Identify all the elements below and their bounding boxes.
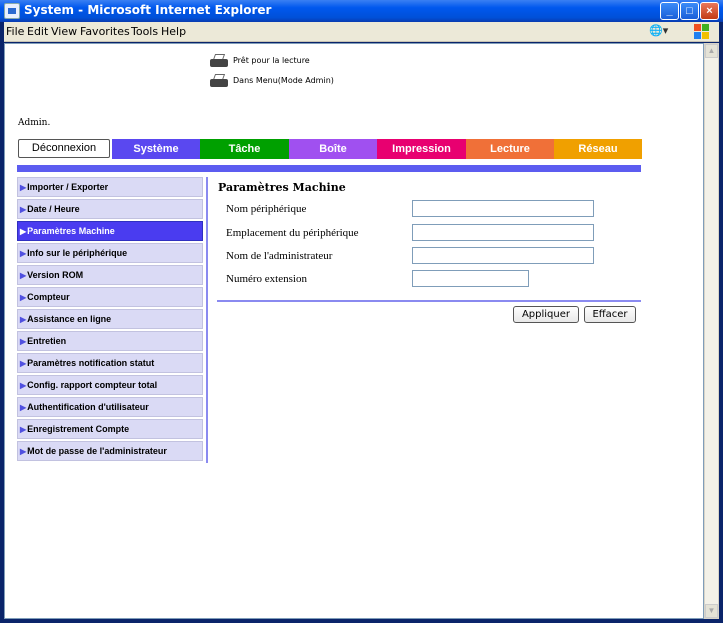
logout-button[interactable]: Déconnexion	[18, 139, 110, 158]
ie-page-icon	[4, 3, 20, 19]
sidebar-item-rapport-compteur[interactable]: ▶Config. rapport compteur total	[17, 375, 203, 395]
tab-systeme[interactable]: Système	[112, 139, 200, 159]
arrow-icon: ▶	[20, 337, 27, 346]
menu-favorites[interactable]: Favorites	[80, 25, 130, 38]
sidebar-item-compteur[interactable]: ▶Compteur	[17, 287, 203, 307]
scroll-down-icon[interactable]: ▼	[705, 604, 718, 618]
device-location-input[interactable]	[412, 224, 594, 241]
sidebar-item-version-rom[interactable]: ▶Version ROM	[17, 265, 203, 285]
device-name-input[interactable]	[412, 200, 594, 217]
sidebar-item-entretien[interactable]: ▶Entretien	[17, 331, 203, 351]
clear-button[interactable]: Effacer	[584, 306, 636, 323]
status-ready: Prêt pour la lecture	[209, 53, 369, 73]
arrow-icon: ▶	[20, 293, 27, 302]
menu-edit[interactable]: Edit	[27, 25, 48, 38]
arrow-icon: ▶	[20, 381, 27, 390]
printer-icon	[209, 73, 229, 89]
windows-logo-icon	[694, 24, 710, 39]
menu-file[interactable]: File	[6, 25, 24, 38]
tab-boite[interactable]: Boîte	[289, 139, 377, 159]
extension-number-label: Numéro extension	[226, 273, 307, 285]
menu-bar: File Edit View Favorites Tools Help 🌐▾	[4, 22, 719, 42]
maximize-button[interactable]: □	[680, 2, 699, 20]
sidebar-item-mot-de-passe[interactable]: ▶Mot de passe de l'administrateur	[17, 441, 203, 461]
sidebar-item-assistance[interactable]: ▶Assistance en ligne	[17, 309, 203, 329]
sidebar-item-parametres-machine[interactable]: ▶Paramètres Machine	[17, 221, 203, 241]
close-button[interactable]: ×	[700, 2, 719, 20]
scroll-up-icon[interactable]: ▲	[705, 44, 718, 58]
browser-window: System - Microsoft Internet Explorer _ □…	[0, 0, 723, 623]
window-title: System - Microsoft Internet Explorer	[24, 3, 272, 17]
device-name-label: Nom périphérique	[226, 203, 307, 215]
arrow-icon: ▶	[20, 271, 27, 280]
sidebar-item-date-heure[interactable]: ▶Date / Heure	[17, 199, 203, 219]
arrow-icon: ▶	[20, 227, 27, 236]
form-divider	[217, 300, 641, 302]
tab-tache[interactable]: Tâche	[200, 139, 289, 159]
status-ready-text: Prêt pour la lecture	[233, 56, 310, 65]
minimize-button[interactable]: _	[660, 2, 679, 20]
tabs-underline	[17, 165, 641, 172]
arrow-icon: ▶	[20, 249, 27, 258]
sidebar-item-notification-statut[interactable]: ▶Paramètres notification statut	[17, 353, 203, 373]
page-viewport: Prêt pour la lecture Dans Menu(Mode Admi…	[4, 43, 704, 619]
title-bar: System - Microsoft Internet Explorer _ □…	[0, 0, 723, 22]
arrow-icon: ▶	[20, 425, 27, 434]
tab-lecture[interactable]: Lecture	[466, 139, 554, 159]
arrow-icon: ▶	[20, 447, 27, 456]
sidebar-item-authentification[interactable]: ▶Authentification d'utilisateur	[17, 397, 203, 417]
arrow-icon: ▶	[20, 359, 27, 368]
admin-name-label: Nom de l'administrateur	[226, 250, 333, 262]
arrow-icon: ▶	[20, 205, 27, 214]
sidebar-divider	[206, 177, 208, 463]
sidebar-item-info-peripherique[interactable]: ▶Info sur le périphérique	[17, 243, 203, 263]
device-location-label: Emplacement du périphérique	[226, 227, 359, 239]
tab-reseau[interactable]: Réseau	[554, 139, 642, 159]
arrow-icon: ▶	[20, 315, 27, 324]
admin-label: Admin.	[18, 118, 51, 128]
arrow-icon: ▶	[20, 403, 27, 412]
admin-name-input[interactable]	[412, 247, 594, 264]
menu-help[interactable]: Help	[161, 25, 186, 38]
language-icon[interactable]: 🌐▾	[649, 24, 668, 37]
sidebar-item-enregistrement-compte[interactable]: ▶Enregistrement Compte	[17, 419, 203, 439]
printer-icon	[209, 53, 229, 69]
status-mode-text: Dans Menu(Mode Admin)	[233, 76, 334, 85]
menu-tools[interactable]: Tools	[131, 25, 158, 38]
vertical-scrollbar[interactable]: ▲ ▼	[704, 43, 719, 619]
menu-view[interactable]: View	[51, 25, 77, 38]
form-title: Paramètres Machine	[218, 181, 346, 194]
status-mode: Dans Menu(Mode Admin)	[209, 73, 369, 93]
extension-number-input[interactable]	[412, 270, 529, 287]
arrow-icon: ▶	[20, 183, 27, 192]
sidebar-item-importer-exporter[interactable]: ▶Importer / Exporter	[17, 177, 203, 197]
tab-impression[interactable]: Impression	[377, 139, 466, 159]
apply-button[interactable]: Appliquer	[513, 306, 579, 323]
